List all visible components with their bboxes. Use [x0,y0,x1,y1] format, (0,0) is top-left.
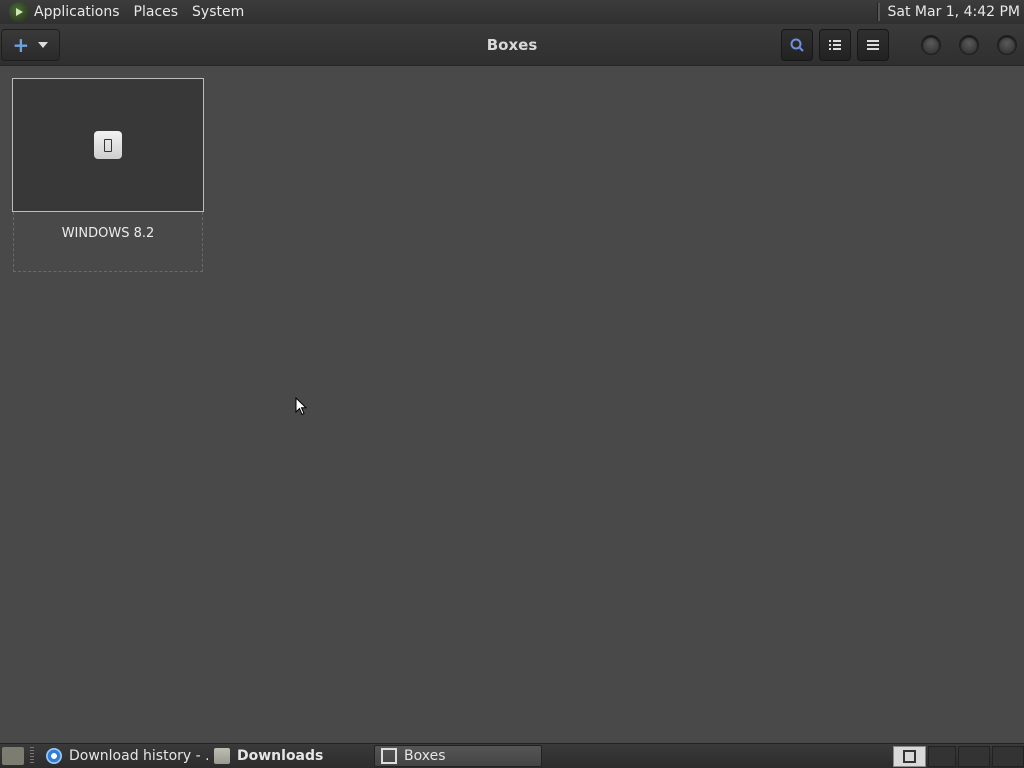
distro-logo-icon[interactable] [9,2,29,22]
menu-icon [867,40,879,50]
workspace-3[interactable] [958,746,990,767]
show-desktop-icon[interactable] [2,747,24,765]
minimize-button[interactable] [921,35,941,55]
boxes-icon [903,750,916,763]
box-label-area [13,212,203,272]
places-menu[interactable]: Places [134,4,179,20]
header-bar: + Boxes [0,24,1024,66]
applications-menu[interactable]: Applications [34,4,120,20]
task-downloads[interactable]: Downloads [208,745,370,767]
browser-icon [46,748,62,764]
box-name: WINDOWS 8.2 [61,226,155,241]
close-button[interactable] [997,35,1017,55]
workspace-4[interactable] [992,746,1024,767]
task-label: Downloads [237,748,324,764]
taskbar: Download history - ... Downloads Boxes [0,743,1024,768]
top-panel: Applications Places System Sat Mar 1, 4:… [0,0,1024,24]
box-item[interactable]: WINDOWS 8.2 [12,78,204,272]
taskbar-grip[interactable] [30,747,34,765]
boxes-collection-view: WINDOWS 8.2 [0,67,1024,742]
workspace-1[interactable] [893,746,926,767]
maximize-button[interactable] [959,35,979,55]
mouse-cursor-icon [295,397,308,416]
clock[interactable]: Sat Mar 1, 4:42 PM [888,4,1021,20]
app-menu-button[interactable] [857,29,889,61]
panel-separator [876,3,880,21]
folder-icon [214,748,230,764]
new-box-button[interactable]: + [1,29,60,61]
list-view-button[interactable] [819,29,851,61]
box-thumbnail[interactable] [12,78,204,212]
machine-icon [94,131,122,159]
search-button[interactable] [781,29,813,61]
chevron-down-icon [38,42,49,48]
task-boxes[interactable]: Boxes [374,745,542,767]
list-view-icon [829,40,841,50]
task-label: Download history - ... [69,748,208,764]
plus-icon: + [12,33,30,57]
task-label: Boxes [404,748,446,764]
task-download-history[interactable]: Download history - ... [40,745,208,767]
search-icon [790,38,804,52]
system-menu[interactable]: System [192,4,244,20]
boxes-icon [381,748,397,764]
workspace-2[interactable] [928,746,956,767]
